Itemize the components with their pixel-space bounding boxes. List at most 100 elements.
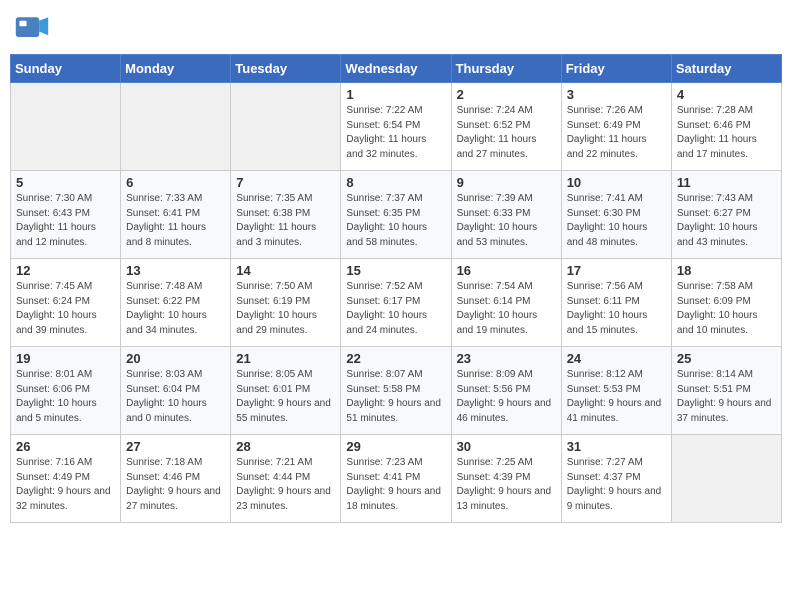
calendar-cell: 16 Sunrise: 7:54 AM Sunset: 6:14 PM Dayli… xyxy=(451,259,561,347)
day-detail: Sunrise: 7:41 AM Sunset: 6:30 PM Dayligh… xyxy=(567,192,666,250)
day-detail: Sunrise: 7:25 AM Sunset: 4:39 PM Dayligh… xyxy=(457,456,556,514)
day-detail: Sunrise: 7:58 AM Sunset: 6:09 PM Dayligh… xyxy=(677,280,776,338)
calendar-cell: 7Sunrise: 7:35 AM Sunset: 6:38 PM Daylig… xyxy=(231,171,341,259)
day-number: 7 xyxy=(236,175,335,190)
day-detail: Sunrise: 7:43 AM Sunset: 6:27 PM Dayligh… xyxy=(677,192,776,250)
calendar-cell: 5 Sunrise: 7:30 AM Sunset: 6:43 PM Daylig… xyxy=(11,171,121,259)
day-detail: Sunrise: 7:54 AM Sunset: 6:14 PM Dayligh… xyxy=(457,280,556,338)
calendar-header-row: SundayMondayTuesdayWednesdayThursdayFrid… xyxy=(11,55,782,83)
day-detail: Sunrise: 7:28 AM Sunset: 6:46 PM Dayligh… xyxy=(677,104,776,162)
calendar-cell: 17 Sunrise: 7:56 AM Sunset: 6:11 PM Dayli… xyxy=(561,259,671,347)
header-monday: Monday xyxy=(121,55,231,83)
calendar-cell: 13 Sunrise: 7:48 AM Sunset: 6:22 PM Dayli… xyxy=(121,259,231,347)
day-number: 5 xyxy=(16,175,115,190)
day-number: 13 xyxy=(126,263,225,278)
calendar-cell: 8 Sunrise: 7:37 AM Sunset: 6:35 PM Daylig… xyxy=(341,171,451,259)
day-detail: Sunrise: 8:07 AM Sunset: 5:58 PM Dayligh… xyxy=(346,368,445,426)
header-saturday: Saturday xyxy=(671,55,781,83)
calendar-week-1: 1Sunrise: 7:22 AM Sunset: 6:54 PM Daylig… xyxy=(11,83,782,171)
calendar-cell: 10 Sunrise: 7:41 AM Sunset: 6:30 PM Dayli… xyxy=(561,171,671,259)
header-sunday: Sunday xyxy=(11,55,121,83)
calendar-cell xyxy=(231,83,341,171)
day-number: 31 xyxy=(567,439,666,454)
calendar-cell: 20 Sunrise: 8:03 AM Sunset: 6:04 PM Dayli… xyxy=(121,347,231,435)
day-number: 8 xyxy=(346,175,445,190)
day-detail: Sunrise: 7:52 AM Sunset: 6:17 PM Dayligh… xyxy=(346,280,445,338)
day-detail: Sunrise: 7:27 AM Sunset: 4:37 PM Dayligh… xyxy=(567,456,666,514)
day-number: 24 xyxy=(567,351,666,366)
calendar-cell xyxy=(11,83,121,171)
calendar-cell: 25 Sunrise: 8:14 AM Sunset: 5:51 PM Dayli… xyxy=(671,347,781,435)
calendar-cell: 9Sunrise: 7:39 AM Sunset: 6:33 PM Daylig… xyxy=(451,171,561,259)
day-detail: Sunrise: 7:26 AM Sunset: 6:49 PM Dayligh… xyxy=(567,104,666,162)
day-number: 28 xyxy=(236,439,335,454)
header-thursday: Thursday xyxy=(451,55,561,83)
day-number: 25 xyxy=(677,351,776,366)
calendar-cell: 22 Sunrise: 8:07 AM Sunset: 5:58 PM Dayli… xyxy=(341,347,451,435)
day-detail: Sunrise: 8:03 AM Sunset: 6:04 PM Dayligh… xyxy=(126,368,225,426)
day-number: 21 xyxy=(236,351,335,366)
day-detail: Sunrise: 7:56 AM Sunset: 6:11 PM Dayligh… xyxy=(567,280,666,338)
header-friday: Friday xyxy=(561,55,671,83)
day-number: 2 xyxy=(457,87,556,102)
day-number: 6 xyxy=(126,175,225,190)
calendar-cell: 4 Sunrise: 7:28 AM Sunset: 6:46 PM Daylig… xyxy=(671,83,781,171)
day-number: 20 xyxy=(126,351,225,366)
day-number: 15 xyxy=(346,263,445,278)
calendar-cell: 3 Sunrise: 7:26 AM Sunset: 6:49 PM Daylig… xyxy=(561,83,671,171)
day-detail: Sunrise: 7:33 AM Sunset: 6:41 PM Dayligh… xyxy=(126,192,225,250)
day-number: 17 xyxy=(567,263,666,278)
calendar-cell xyxy=(121,83,231,171)
calendar-cell: 2Sunrise: 7:24 AM Sunset: 6:52 PM Daylig… xyxy=(451,83,561,171)
logo-icon xyxy=(14,10,50,46)
day-detail: Sunrise: 7:18 AM Sunset: 4:46 PM Dayligh… xyxy=(126,456,225,514)
calendar-cell: 11 Sunrise: 7:43 AM Sunset: 6:27 PM Dayli… xyxy=(671,171,781,259)
day-number: 3 xyxy=(567,87,666,102)
calendar-week-2: 5 Sunrise: 7:30 AM Sunset: 6:43 PM Daylig… xyxy=(11,171,782,259)
calendar-cell: 30 Sunrise: 7:25 AM Sunset: 4:39 PM Dayli… xyxy=(451,435,561,523)
day-detail: Sunrise: 7:37 AM Sunset: 6:35 PM Dayligh… xyxy=(346,192,445,250)
day-detail: Sunrise: 8:05 AM Sunset: 6:01 PM Dayligh… xyxy=(236,368,335,426)
calendar-cell: 6 Sunrise: 7:33 AM Sunset: 6:41 PM Daylig… xyxy=(121,171,231,259)
day-number: 19 xyxy=(16,351,115,366)
calendar-table: SundayMondayTuesdayWednesdayThursdayFrid… xyxy=(10,54,782,523)
day-detail: Sunrise: 7:30 AM Sunset: 6:43 PM Dayligh… xyxy=(16,192,115,250)
day-number: 29 xyxy=(346,439,445,454)
day-number: 11 xyxy=(677,175,776,190)
day-detail: Sunrise: 7:16 AM Sunset: 4:49 PM Dayligh… xyxy=(16,456,115,514)
calendar-cell: 24 Sunrise: 8:12 AM Sunset: 5:53 PM Dayli… xyxy=(561,347,671,435)
page-header xyxy=(10,10,782,46)
day-detail: Sunrise: 7:39 AM Sunset: 6:33 PM Dayligh… xyxy=(457,192,556,250)
calendar-week-5: 26Sunrise: 7:16 AM Sunset: 4:49 PM Dayli… xyxy=(11,435,782,523)
calendar-week-4: 19Sunrise: 8:01 AM Sunset: 6:06 PM Dayli… xyxy=(11,347,782,435)
day-number: 27 xyxy=(126,439,225,454)
day-detail: Sunrise: 8:14 AM Sunset: 5:51 PM Dayligh… xyxy=(677,368,776,426)
calendar-cell: 18Sunrise: 7:58 AM Sunset: 6:09 PM Dayli… xyxy=(671,259,781,347)
calendar-cell: 23 Sunrise: 8:09 AM Sunset: 5:56 PM Dayli… xyxy=(451,347,561,435)
calendar-cell: 28 Sunrise: 7:21 AM Sunset: 4:44 PM Dayli… xyxy=(231,435,341,523)
day-detail: Sunrise: 8:09 AM Sunset: 5:56 PM Dayligh… xyxy=(457,368,556,426)
logo xyxy=(14,10,54,46)
calendar-cell: 19Sunrise: 8:01 AM Sunset: 6:06 PM Dayli… xyxy=(11,347,121,435)
day-detail: Sunrise: 7:48 AM Sunset: 6:22 PM Dayligh… xyxy=(126,280,225,338)
calendar-cell: 21 Sunrise: 8:05 AM Sunset: 6:01 PM Dayli… xyxy=(231,347,341,435)
calendar-cell: 26Sunrise: 7:16 AM Sunset: 4:49 PM Dayli… xyxy=(11,435,121,523)
day-detail: Sunrise: 7:21 AM Sunset: 4:44 PM Dayligh… xyxy=(236,456,335,514)
day-detail: Sunrise: 7:45 AM Sunset: 6:24 PM Dayligh… xyxy=(16,280,115,338)
calendar-cell: 31 Sunrise: 7:27 AM Sunset: 4:37 PM Dayli… xyxy=(561,435,671,523)
day-number: 16 xyxy=(457,263,556,278)
calendar-cell: 15 Sunrise: 7:52 AM Sunset: 6:17 PM Dayli… xyxy=(341,259,451,347)
day-detail: Sunrise: 7:50 AM Sunset: 6:19 PM Dayligh… xyxy=(236,280,335,338)
day-number: 4 xyxy=(677,87,776,102)
calendar-cell xyxy=(671,435,781,523)
calendar-cell: 14Sunrise: 7:50 AM Sunset: 6:19 PM Dayli… xyxy=(231,259,341,347)
day-number: 23 xyxy=(457,351,556,366)
day-number: 10 xyxy=(567,175,666,190)
day-number: 30 xyxy=(457,439,556,454)
day-number: 22 xyxy=(346,351,445,366)
day-detail: Sunrise: 7:22 AM Sunset: 6:54 PM Dayligh… xyxy=(346,104,445,162)
calendar-cell: 12Sunrise: 7:45 AM Sunset: 6:24 PM Dayli… xyxy=(11,259,121,347)
day-detail: Sunrise: 8:12 AM Sunset: 5:53 PM Dayligh… xyxy=(567,368,666,426)
header-wednesday: Wednesday xyxy=(341,55,451,83)
header-tuesday: Tuesday xyxy=(231,55,341,83)
